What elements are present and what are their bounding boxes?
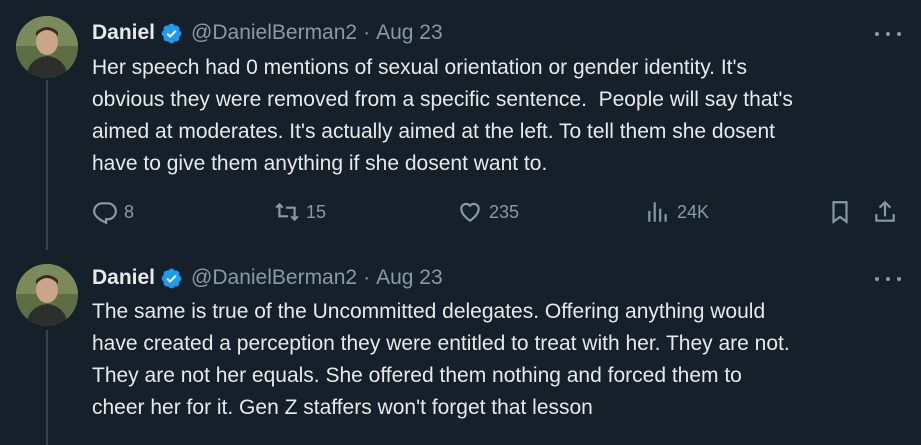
tweet-date[interactable]: Aug 23 — [376, 21, 443, 45]
retweet-count: 15 — [306, 201, 327, 222]
handle[interactable]: @DanielBerman2 — [191, 266, 357, 290]
reply-count: 8 — [124, 201, 135, 222]
reply-icon — [93, 202, 117, 225]
tweet-header: Daniel @DanielBerman2 · Aug 23 — [92, 18, 443, 48]
like-count: 235 — [489, 201, 520, 222]
tweet-1[interactable]: Daniel @DanielBerman2 · Aug 23 Her speec… — [0, 0, 921, 250]
more-dots-icon[interactable] — [875, 269, 901, 289]
tweet-text: The same is true of the Uncommitted dele… — [92, 300, 790, 419]
handle[interactable]: @DanielBerman2 — [191, 21, 357, 45]
reply-button[interactable]: 8 — [92, 196, 134, 228]
display-name[interactable]: Daniel — [92, 21, 155, 45]
display-name[interactable]: Daniel — [92, 266, 155, 290]
tweet-date[interactable]: Aug 23 — [376, 266, 443, 290]
share-icon — [875, 200, 895, 222]
thread-line — [46, 80, 48, 250]
separator: · — [363, 266, 371, 289]
verified-badge-icon — [160, 22, 183, 45]
retweet-icon — [275, 202, 299, 222]
verified-badge-icon — [160, 267, 183, 290]
tweet-text: Her speech had 0 mentions of sexual orie… — [92, 56, 793, 175]
retweet-button[interactable]: 15 — [274, 196, 326, 228]
tweet-2[interactable]: Daniel @DanielBerman2 · Aug 23 The same … — [0, 250, 921, 445]
thread-line — [46, 330, 48, 445]
like-button[interactable]: 235 — [457, 196, 519, 228]
bookmark-icon — [832, 201, 848, 224]
views-button[interactable]: 24K — [645, 196, 709, 228]
more-dots-icon[interactable] — [875, 24, 901, 44]
avatar[interactable] — [16, 16, 78, 78]
tweet-header: Daniel @DanielBerman2 · Aug 23 — [92, 263, 443, 293]
separator: · — [363, 21, 371, 44]
avatar[interactable] — [16, 264, 78, 326]
views-chart-icon — [648, 202, 667, 222]
heart-icon — [460, 202, 480, 222]
share-button[interactable] — [872, 196, 898, 228]
views-count: 24K — [677, 201, 710, 222]
bookmark-button[interactable] — [827, 196, 853, 228]
action-bar: 8 15 235 24K — [92, 196, 902, 228]
